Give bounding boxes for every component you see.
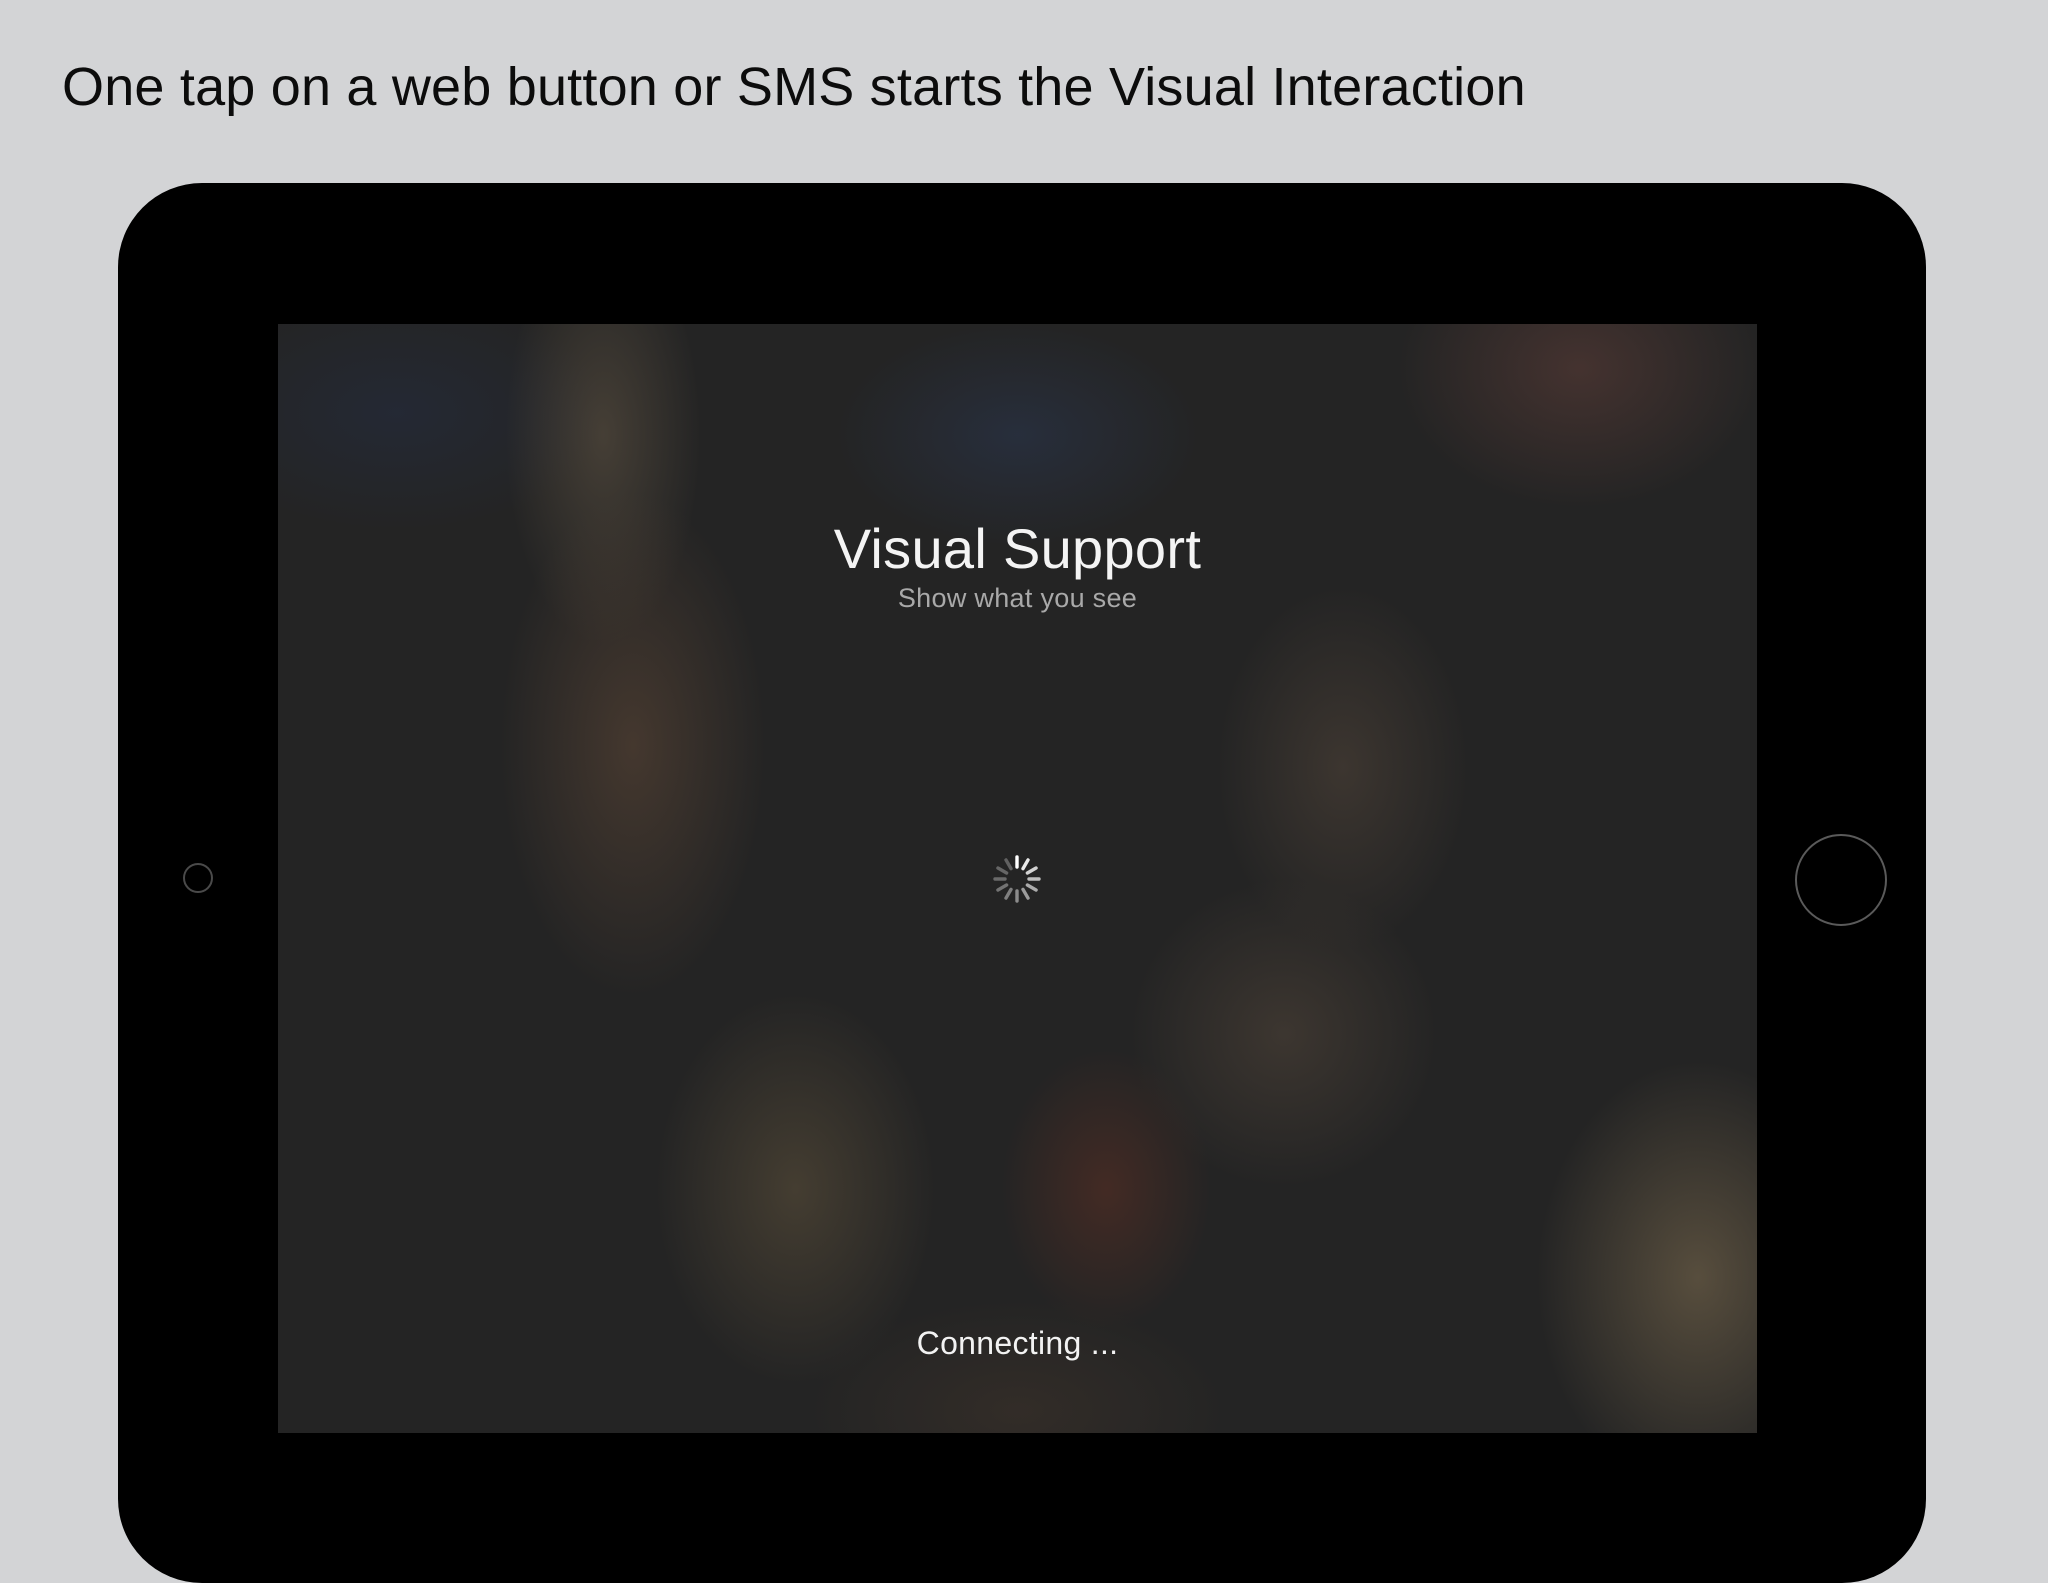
- headline-caption: One tap on a web button or SMS starts th…: [62, 57, 1526, 117]
- tablet-device: Visual Support Show what you see Connect…: [118, 183, 1926, 1583]
- app-title: Visual Support: [833, 517, 1202, 580]
- connection-status: Connecting ...: [916, 1325, 1119, 1361]
- app-subtitle: Show what you see: [897, 583, 1138, 613]
- front-camera: [183, 863, 213, 893]
- loading-spinner-icon: [993, 855, 1041, 903]
- app-launch-screen: Visual Support Show what you see Connect…: [278, 324, 1757, 1433]
- tablet-screen: Visual Support Show what you see Connect…: [278, 324, 1757, 1433]
- home-button[interactable]: [1795, 834, 1887, 926]
